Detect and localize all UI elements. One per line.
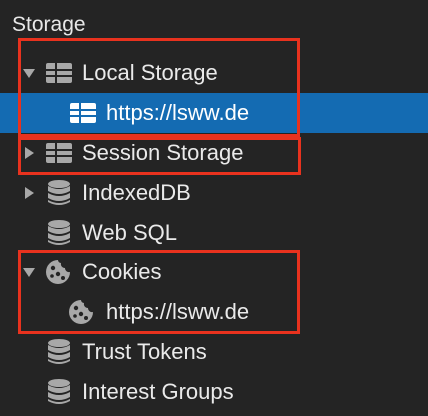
tree-item-cookies[interactable]: Cookies bbox=[0, 252, 428, 292]
tree-item-label: Local Storage bbox=[82, 60, 218, 85]
tree-item-local-storage-origin[interactable]: https://lsww.de bbox=[0, 93, 428, 133]
expand-arrow-down-icon[interactable] bbox=[23, 69, 35, 78]
expand-arrow-right-icon[interactable] bbox=[25, 187, 34, 199]
table-grid-icon bbox=[69, 99, 97, 127]
tree-item-label: Interest Groups bbox=[82, 379, 234, 404]
database-icon bbox=[45, 179, 73, 207]
tree-item-interest-groups[interactable]: Interest Groups bbox=[0, 372, 428, 412]
tree-item-label: https://lsww.de bbox=[106, 100, 250, 125]
expand-arrow-right-icon[interactable] bbox=[25, 147, 34, 159]
tree-item-session-storage[interactable]: Session Storage bbox=[0, 133, 428, 173]
tree-item-label: Web SQL bbox=[82, 220, 177, 245]
tree-item-label: IndexedDB bbox=[82, 180, 191, 205]
database-icon bbox=[45, 219, 73, 247]
table-grid-icon bbox=[45, 59, 73, 87]
tree-item-web-sql[interactable]: Web SQL bbox=[0, 213, 428, 253]
tree-item-cookies-origin[interactable]: https://lsww.de bbox=[0, 292, 428, 332]
storage-panel: Storage Local Storage https://lsww.de Se… bbox=[0, 0, 428, 416]
tree-item-indexeddb[interactable]: IndexedDB bbox=[0, 173, 428, 213]
cookie-icon bbox=[44, 258, 72, 286]
tree-item-label: https://lsww.de bbox=[106, 299, 250, 324]
storage-section-title: Storage bbox=[12, 13, 86, 36]
expand-arrow-down-icon[interactable] bbox=[23, 268, 35, 277]
tree-item-label: Trust Tokens bbox=[82, 339, 207, 364]
tree-item-trust-tokens[interactable]: Trust Tokens bbox=[0, 332, 428, 372]
database-icon bbox=[45, 378, 73, 406]
tree-item-label: Cookies bbox=[82, 259, 162, 284]
tree-item-local-storage[interactable]: Local Storage bbox=[0, 53, 428, 93]
cookie-icon bbox=[67, 298, 95, 326]
database-icon bbox=[45, 338, 73, 366]
table-grid-icon bbox=[45, 139, 73, 167]
tree-item-label: Session Storage bbox=[82, 140, 244, 165]
